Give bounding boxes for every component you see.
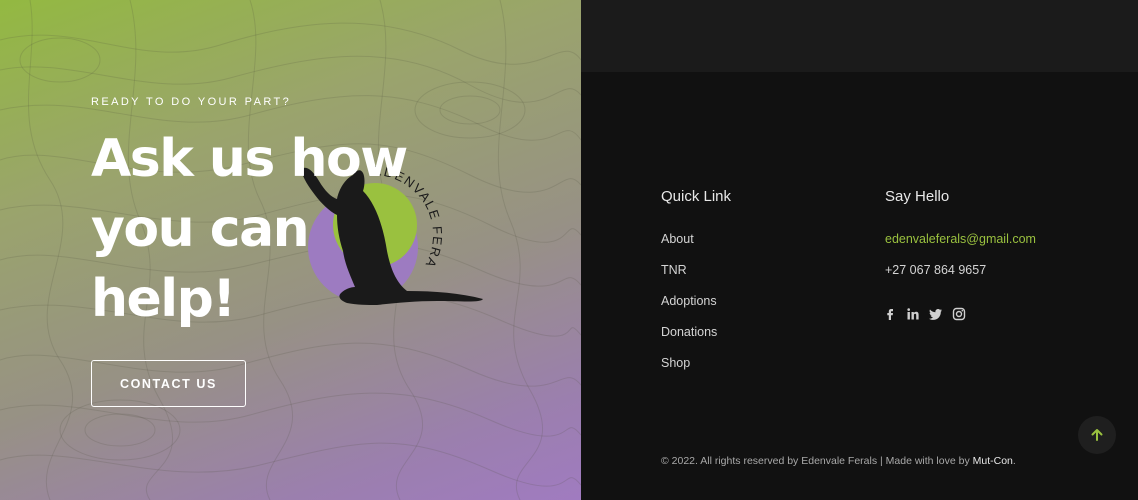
contact-phone: +27 067 864 9657 <box>885 263 987 277</box>
site-footer: Quick Link About TNR Adoptions Donations… <box>581 0 1138 500</box>
headline-line-2: you can <box>91 199 310 259</box>
footer-link-tnr[interactable]: TNR <box>661 263 687 277</box>
footer-link-donations[interactable]: Donations <box>661 325 717 339</box>
copyright-notice: © 2022. All rights reserved by Edenvale … <box>661 455 1016 467</box>
hero-headline: Ask us how you can help! <box>91 124 511 334</box>
mut-con-link[interactable]: Mut-Con <box>973 455 1013 467</box>
copyright-suffix: . <box>1012 455 1016 467</box>
quick-link-heading: Quick Link <box>661 188 732 205</box>
footer-link-adoptions[interactable]: Adoptions <box>661 294 717 308</box>
footer-link-shop[interactable]: Shop <box>661 356 690 370</box>
twitter-icon[interactable] <box>929 307 943 321</box>
linkedin-icon[interactable] <box>906 307 920 321</box>
facebook-icon[interactable] <box>883 307 897 321</box>
headline-line-1: Ask us how <box>91 129 408 189</box>
scroll-to-top-button[interactable] <box>1078 416 1116 454</box>
arrow-up-icon <box>1091 429 1103 441</box>
contact-us-button[interactable]: CONTACT US <box>91 360 246 407</box>
copyright-text: © 2022. All rights reserved by Edenvale … <box>661 455 973 467</box>
headline-line-3: help! <box>91 269 236 329</box>
footer-top-band <box>581 0 1138 72</box>
hero-eyebrow: READY TO DO YOUR PART? <box>91 96 292 108</box>
contact-email-link[interactable]: edenvaleferals@gmail.com <box>885 232 1036 246</box>
instagram-icon[interactable] <box>952 307 966 321</box>
say-hello-heading: Say Hello <box>885 188 950 205</box>
footer-link-about[interactable]: About <box>661 232 694 246</box>
cta-hero-section: READY TO DO YOUR PART? EDENVALE FERALS A… <box>0 0 581 500</box>
